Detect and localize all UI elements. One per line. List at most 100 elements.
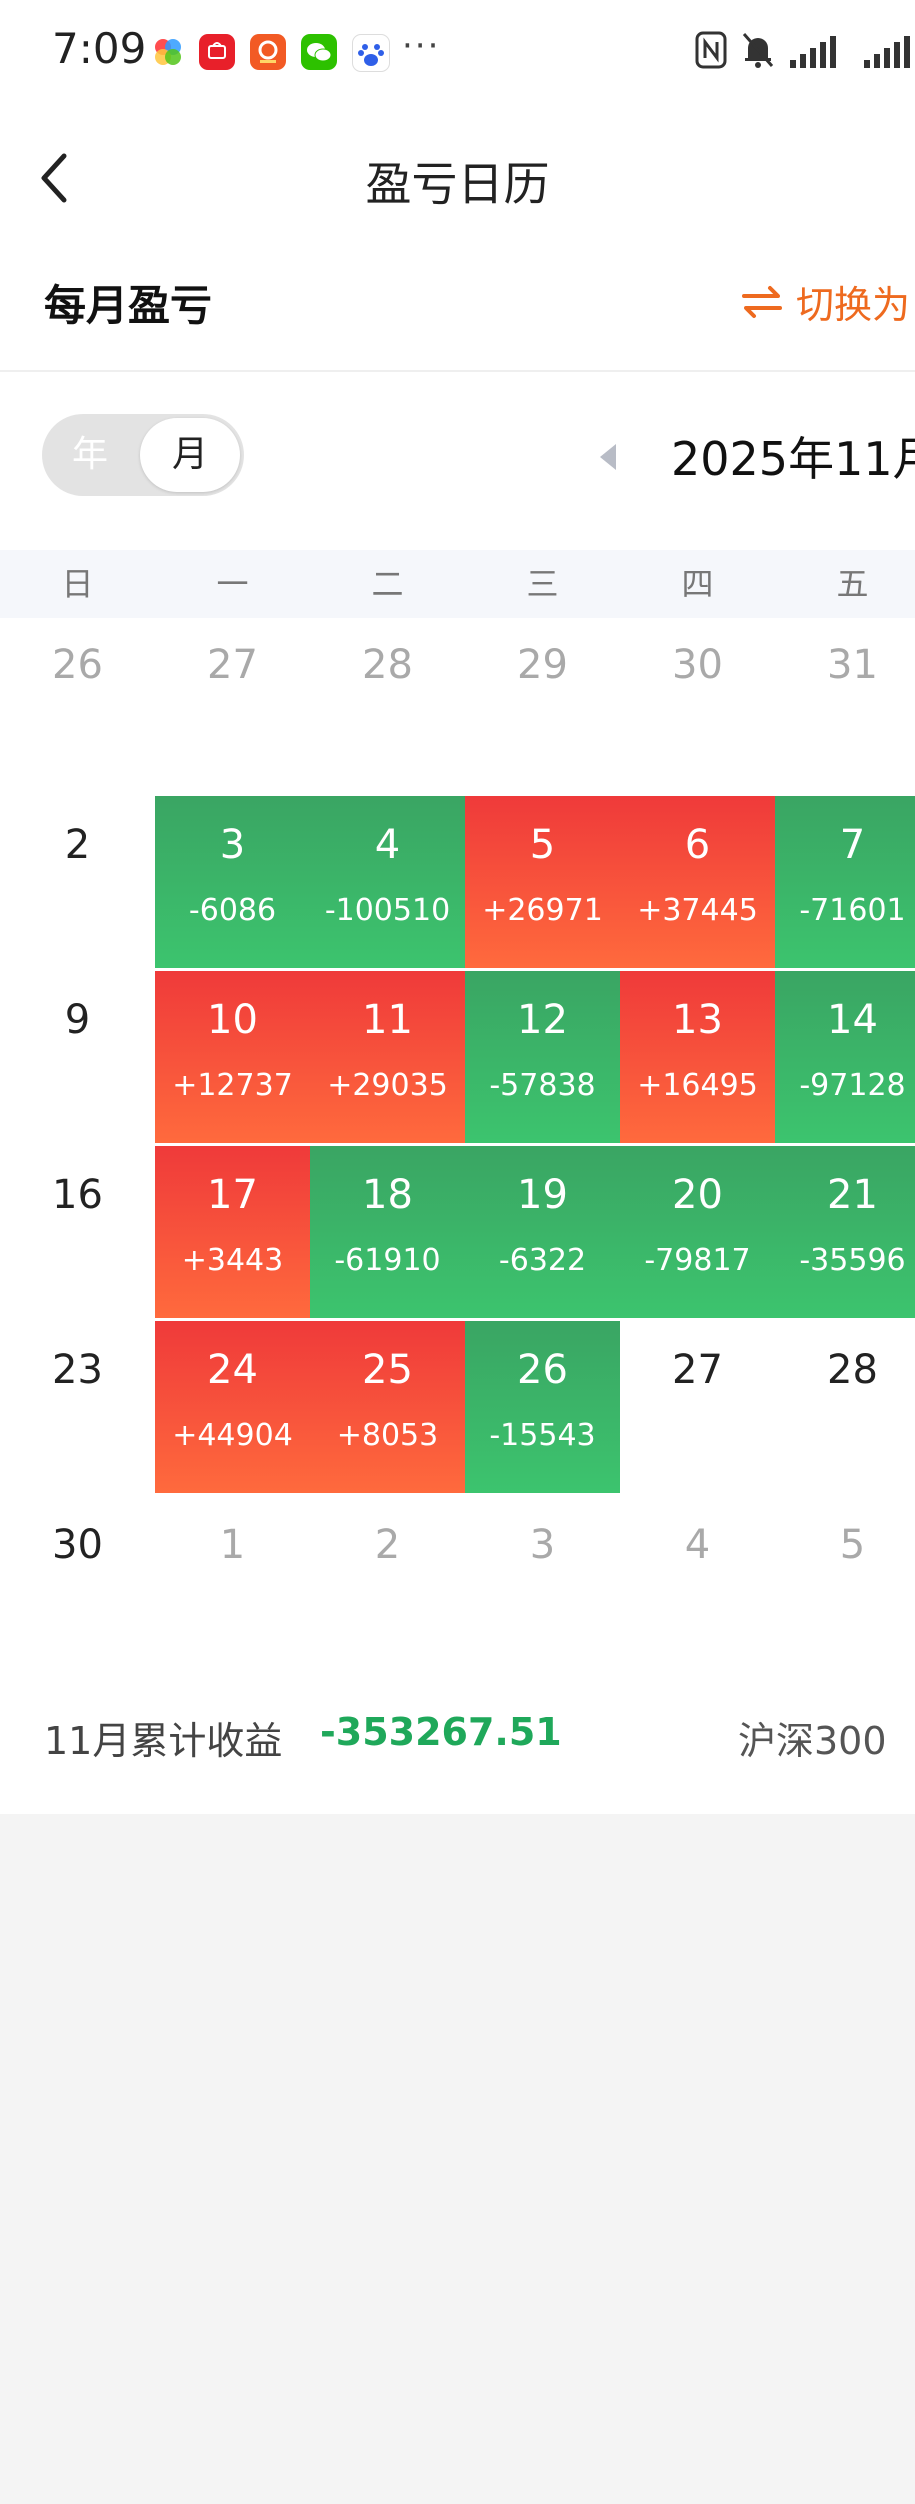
- status-time: 7:09: [52, 24, 147, 73]
- weekday-header: 日 一 二 三 四 五: [0, 550, 915, 618]
- daily-profit-loss: -79817: [644, 1243, 751, 1278]
- toggle-month[interactable]: 月: [140, 418, 240, 492]
- calendar-day-cell[interactable]: 12 -57838: [465, 971, 620, 1143]
- calendar-day-cell[interactable]: 27: [155, 612, 310, 742]
- calendar-day-cell[interactable]: 6 +37445: [620, 796, 775, 968]
- daily-profit-loss: +16495: [637, 1068, 758, 1103]
- day-number: 5: [529, 822, 556, 868]
- calendar-day-cell[interactable]: 30: [0, 1496, 155, 1668]
- calendar-day-cell[interactable]: 11 +29035: [310, 971, 465, 1143]
- day-number: 24: [207, 1347, 258, 1393]
- day-number: 30: [52, 1522, 103, 1568]
- calendar-day-cell[interactable]: 16: [0, 1146, 155, 1318]
- baidu-icon: [352, 34, 390, 72]
- period-toggle: 年 月: [42, 414, 244, 496]
- calendar-day-cell[interactable]: 3 -6086: [155, 796, 310, 968]
- calendar-day-cell[interactable]: 27: [620, 1321, 775, 1493]
- day-number: 21: [827, 1172, 878, 1218]
- calendar-day-cell[interactable]: 13 +16495: [620, 971, 775, 1143]
- day-number: 30: [672, 642, 723, 688]
- daily-profit-loss: +44904: [172, 1418, 293, 1453]
- day-number: 14: [827, 997, 878, 1043]
- calendar-day-cell[interactable]: 30: [620, 612, 775, 742]
- calendar-day-cell[interactable]: 28: [310, 612, 465, 742]
- day-number: 12: [517, 997, 568, 1043]
- calendar-day-cell[interactable]: 25 +8053: [310, 1321, 465, 1493]
- day-number: 11: [362, 997, 413, 1043]
- calendar-day-cell[interactable]: 4: [620, 1496, 775, 1668]
- day-number: 16: [52, 1172, 103, 1218]
- page: 7:09 ··· 盈亏日历 每月盈亏 切换为 年 月 2025年11月 日 一 …: [0, 0, 915, 2504]
- calendar-day-cell[interactable]: 2: [0, 796, 155, 968]
- calendar-day-cell[interactable]: 19 -6322: [465, 1146, 620, 1318]
- day-number: 26: [517, 1347, 568, 1393]
- divider: [0, 370, 915, 372]
- mute-bell-icon: [740, 30, 776, 74]
- calendar-day-cell[interactable]: 17 +3443: [155, 1146, 310, 1318]
- calendar-day-cell[interactable]: 26 -15543: [465, 1321, 620, 1493]
- day-number: 4: [684, 1522, 711, 1568]
- day-number: 28: [827, 1347, 878, 1393]
- colorful-app-icon: [150, 34, 186, 70]
- daily-profit-loss: -6086: [188, 893, 277, 928]
- month-label: 2025年11月: [671, 432, 915, 486]
- nfc-icon: [694, 30, 728, 74]
- day-number: 5: [839, 1522, 866, 1568]
- calendar-day-cell[interactable]: 29: [465, 612, 620, 742]
- back-arrow-icon[interactable]: [30, 148, 80, 208]
- calendar-day-cell[interactable]: 7 -71601: [775, 796, 915, 968]
- daily-profit-loss: -100510: [324, 893, 451, 928]
- day-number: 3: [219, 822, 246, 868]
- day-number: 4: [374, 822, 401, 868]
- calendar-day-cell[interactable]: 1: [155, 1496, 310, 1668]
- signal-icon: [862, 30, 915, 74]
- calendar-day-cell[interactable]: 4 -100510: [310, 796, 465, 968]
- calendar-day-cell[interactable]: 5 +26971: [465, 796, 620, 968]
- calendar-day-cell[interactable]: 23: [0, 1321, 155, 1493]
- calendar-day-cell[interactable]: 9: [0, 971, 155, 1143]
- benchmark-index[interactable]: 沪深300: [738, 1710, 887, 1765]
- calendar-day-cell[interactable]: 24 +44904: [155, 1321, 310, 1493]
- daily-profit-loss: -6322: [498, 1243, 587, 1278]
- calendar-day-cell[interactable]: 14 -97128: [775, 971, 915, 1143]
- day-number: 23: [52, 1347, 103, 1393]
- daily-profit-loss: -97128: [799, 1068, 906, 1103]
- weekday-label: 四: [681, 565, 714, 603]
- day-number: 20: [672, 1172, 723, 1218]
- day-number: 7: [839, 822, 866, 868]
- toggle-year[interactable]: 年: [42, 414, 138, 496]
- calendar-day-cell[interactable]: 2: [310, 1496, 465, 1668]
- daily-profit-loss: +26971: [482, 893, 603, 928]
- day-number: 17: [207, 1172, 258, 1218]
- daily-profit-loss: +29035: [327, 1068, 448, 1103]
- calendar-day-cell[interactable]: 21 -35596: [775, 1146, 915, 1318]
- day-number: 31: [827, 642, 878, 688]
- daily-profit-loss: -35596: [799, 1243, 906, 1278]
- weekday-label: 三: [526, 565, 559, 603]
- calendar-day-cell[interactable]: 28: [775, 1321, 915, 1493]
- summary-label: 11月累计收益: [44, 1719, 283, 1763]
- daily-profit-loss: +8053: [336, 1418, 439, 1453]
- switch-label: 切换为: [796, 283, 911, 327]
- day-number: 19: [517, 1172, 568, 1218]
- calendar-day-cell[interactable]: 31: [775, 612, 915, 742]
- weekday-label: 日: [61, 565, 94, 603]
- day-number: 27: [672, 1347, 723, 1393]
- daily-profit-loss: +37445: [637, 893, 758, 928]
- triangle-left-icon[interactable]: [594, 440, 624, 474]
- day-number: 13: [672, 997, 723, 1043]
- day-number: 1: [219, 1522, 246, 1568]
- signal-icon: [786, 30, 846, 74]
- day-number: 2: [374, 1522, 401, 1568]
- calendar-day-cell[interactable]: 5: [775, 1496, 915, 1668]
- calendar-day-cell[interactable]: 20 -79817: [620, 1146, 775, 1318]
- calendar-day-cell[interactable]: 18 -61910: [310, 1146, 465, 1318]
- calendar-day-cell[interactable]: 3: [465, 1496, 620, 1668]
- daily-profit-loss: +3443: [181, 1243, 284, 1278]
- day-number: 18: [362, 1172, 413, 1218]
- daily-profit-loss: -15543: [489, 1418, 596, 1453]
- switch-button[interactable]: 切换为: [740, 274, 910, 329]
- calendar-day-cell[interactable]: 10 +12737: [155, 971, 310, 1143]
- huawei-store-icon: [199, 34, 235, 70]
- calendar-day-cell[interactable]: 26: [0, 612, 155, 742]
